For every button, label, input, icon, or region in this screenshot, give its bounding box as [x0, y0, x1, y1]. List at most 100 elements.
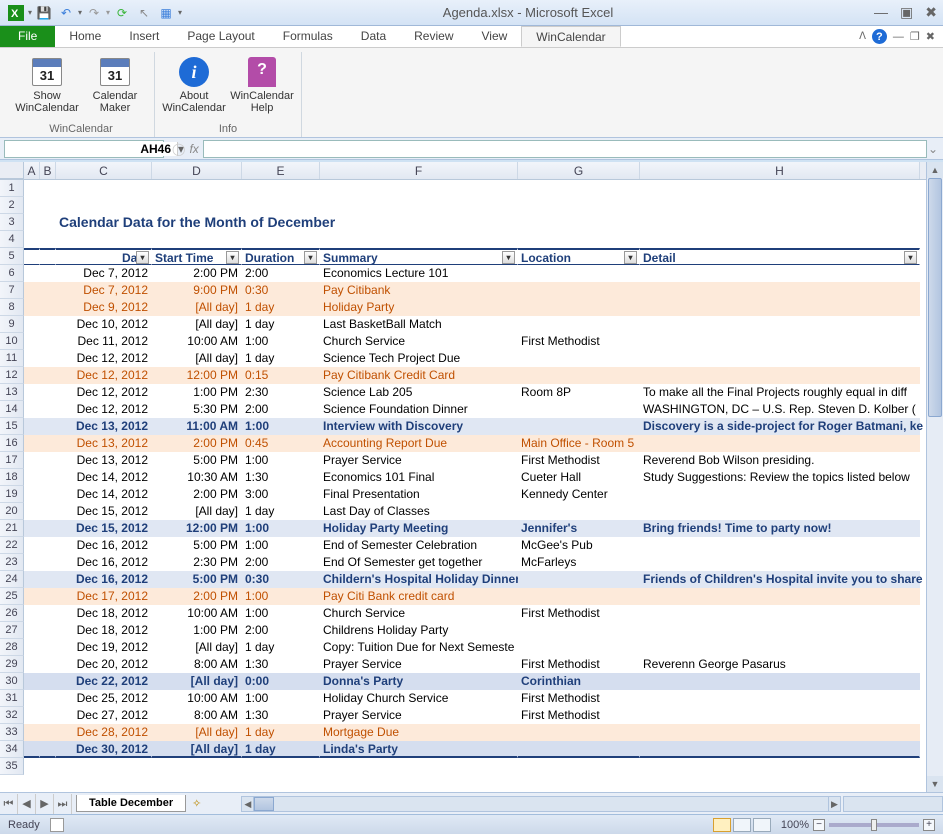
table-row[interactable]: 9Dec 10, 2012[All day]1 dayLast BasketBa… — [0, 316, 926, 333]
cell[interactable]: 1:00 — [242, 452, 320, 469]
row-header[interactable]: 8 — [0, 299, 24, 316]
excel-icon[interactable]: X — [6, 3, 26, 23]
workbook-close-icon[interactable]: ✖ — [926, 30, 935, 43]
cell[interactable]: 1:00 — [242, 588, 320, 605]
hscroll-split[interactable] — [843, 796, 943, 812]
table-row[interactable]: 7Dec 7, 20129:00 PM0:30Pay Citibank — [0, 282, 926, 299]
column-header-H[interactable]: H — [640, 162, 920, 179]
cell[interactable]: [All day] — [152, 741, 242, 758]
cell[interactable]: 5:00 PM — [152, 537, 242, 554]
table-row[interactable]: 29Dec 20, 20128:00 AM1:30Prayer ServiceF… — [0, 656, 926, 673]
cell[interactable]: Dec 10, 2012 — [56, 316, 152, 333]
column-header-E[interactable]: E — [242, 162, 320, 179]
cell[interactable] — [242, 180, 320, 197]
cell[interactable]: 2:00 PM — [152, 588, 242, 605]
row-header[interactable]: 16 — [0, 435, 24, 452]
page-break-view-icon[interactable] — [753, 818, 771, 832]
cell[interactable]: 1:00 — [242, 520, 320, 537]
cell[interactable]: Friends of Children's Hospital invite yo… — [640, 571, 920, 588]
table-row[interactable]: 21Dec 15, 201212:00 PM1:00Holiday Party … — [0, 520, 926, 537]
cell[interactable]: To make all the Final Projects roughly e… — [640, 384, 920, 401]
row-header[interactable]: 17 — [0, 452, 24, 469]
cell[interactable]: 1:00 — [242, 537, 320, 554]
cell[interactable]: Dec 12, 2012 — [56, 384, 152, 401]
table-row[interactable]: 13Dec 12, 20121:00 PM2:30Science Lab 205… — [0, 384, 926, 401]
cell[interactable] — [40, 333, 56, 350]
cell[interactable] — [640, 265, 920, 282]
row-header[interactable]: 31 — [0, 690, 24, 707]
cell[interactable] — [640, 707, 920, 724]
chart-icon[interactable]: ▦ — [156, 3, 176, 23]
row-header[interactable]: 7 — [0, 282, 24, 299]
cell[interactable] — [24, 707, 40, 724]
cell[interactable]: 9:00 PM — [152, 282, 242, 299]
vertical-scrollbar[interactable]: ▲ ▼ — [926, 162, 943, 792]
scroll-track[interactable] — [927, 178, 943, 776]
column-header-B[interactable]: B — [40, 162, 56, 179]
cell[interactable] — [152, 758, 242, 775]
table-row[interactable]: 26Dec 18, 201210:00 AM1:00Church Service… — [0, 605, 926, 622]
cell[interactable]: 10:00 AM — [152, 690, 242, 707]
row-header[interactable]: 18 — [0, 469, 24, 486]
row-header[interactable]: 22 — [0, 537, 24, 554]
cell[interactable]: [All day] — [152, 350, 242, 367]
row-header[interactable]: 12 — [0, 367, 24, 384]
cell[interactable]: Cueter Hall — [518, 469, 640, 486]
cell[interactable]: Accounting Report Due — [320, 435, 518, 452]
cell[interactable] — [242, 231, 320, 248]
cell[interactable]: 0:00 — [242, 673, 320, 690]
row-header[interactable]: 5 — [0, 248, 24, 265]
formula-input[interactable] — [203, 140, 927, 158]
row-header[interactable]: 6 — [0, 265, 24, 282]
cell[interactable]: [All day] — [152, 639, 242, 656]
cell[interactable] — [640, 214, 920, 231]
cell[interactable]: 1 day — [242, 316, 320, 333]
column-header-F[interactable]: F — [320, 162, 518, 179]
minimize-ribbon-icon[interactable]: ᐱ — [859, 31, 866, 42]
minimize-icon[interactable]: — — [874, 4, 888, 21]
select-all-corner[interactable] — [0, 162, 24, 179]
cell[interactable] — [518, 350, 640, 367]
cell[interactable] — [518, 197, 640, 214]
table-row[interactable]: 25Dec 17, 20122:00 PM1:00Pay Citi Bank c… — [0, 588, 926, 605]
cell[interactable]: 0:30 — [242, 571, 320, 588]
row-header[interactable]: 29 — [0, 656, 24, 673]
cell[interactable]: 10:00 AM — [152, 333, 242, 350]
cell[interactable] — [40, 588, 56, 605]
table-row[interactable]: 11Dec 12, 2012[All day]1 dayScience Tech… — [0, 350, 926, 367]
cell[interactable] — [24, 384, 40, 401]
cell[interactable] — [40, 673, 56, 690]
row-header[interactable]: 23 — [0, 554, 24, 571]
row-header[interactable]: 4 — [0, 231, 24, 248]
cell[interactable] — [24, 503, 40, 520]
cell[interactable] — [40, 537, 56, 554]
filter-dropdown-icon[interactable]: ▾ — [624, 251, 637, 264]
cell[interactable]: 12:00 PM — [152, 367, 242, 384]
cell[interactable]: Prayer Service — [320, 452, 518, 469]
cell[interactable]: Dec 14, 2012 — [56, 486, 152, 503]
cell[interactable]: Copy: Tuition Due for Next Semeste — [320, 639, 518, 656]
table-row[interactable]: 1 — [0, 180, 926, 197]
cell[interactable] — [152, 214, 242, 231]
cell[interactable] — [518, 367, 640, 384]
cell[interactable] — [320, 197, 518, 214]
cell[interactable]: 2:00 — [242, 401, 320, 418]
cell[interactable]: Dec 28, 2012 — [56, 724, 152, 741]
tab-formulas[interactable]: Formulas — [269, 26, 347, 47]
cell[interactable]: Dec 9, 2012 — [56, 299, 152, 316]
cell[interactable] — [242, 197, 320, 214]
cell[interactable] — [56, 758, 152, 775]
table-row[interactable]: 10Dec 11, 201210:00 AM1:00Church Service… — [0, 333, 926, 350]
column-header-cell[interactable]: Start Time▾ — [152, 248, 242, 265]
cell[interactable]: Dec 16, 2012 — [56, 571, 152, 588]
cell[interactable] — [40, 469, 56, 486]
table-row[interactable]: 19Dec 14, 20122:00 PM3:00Final Presentat… — [0, 486, 926, 503]
cell[interactable]: Economics 101 Final — [320, 469, 518, 486]
cell[interactable]: Church Service — [320, 605, 518, 622]
cell[interactable]: Dec 12, 2012 — [56, 401, 152, 418]
cell[interactable]: Dec 15, 2012 — [56, 503, 152, 520]
cell[interactable]: 0:45 — [242, 435, 320, 452]
column-header-G[interactable]: G — [518, 162, 640, 179]
cell[interactable] — [40, 452, 56, 469]
cell[interactable] — [40, 690, 56, 707]
